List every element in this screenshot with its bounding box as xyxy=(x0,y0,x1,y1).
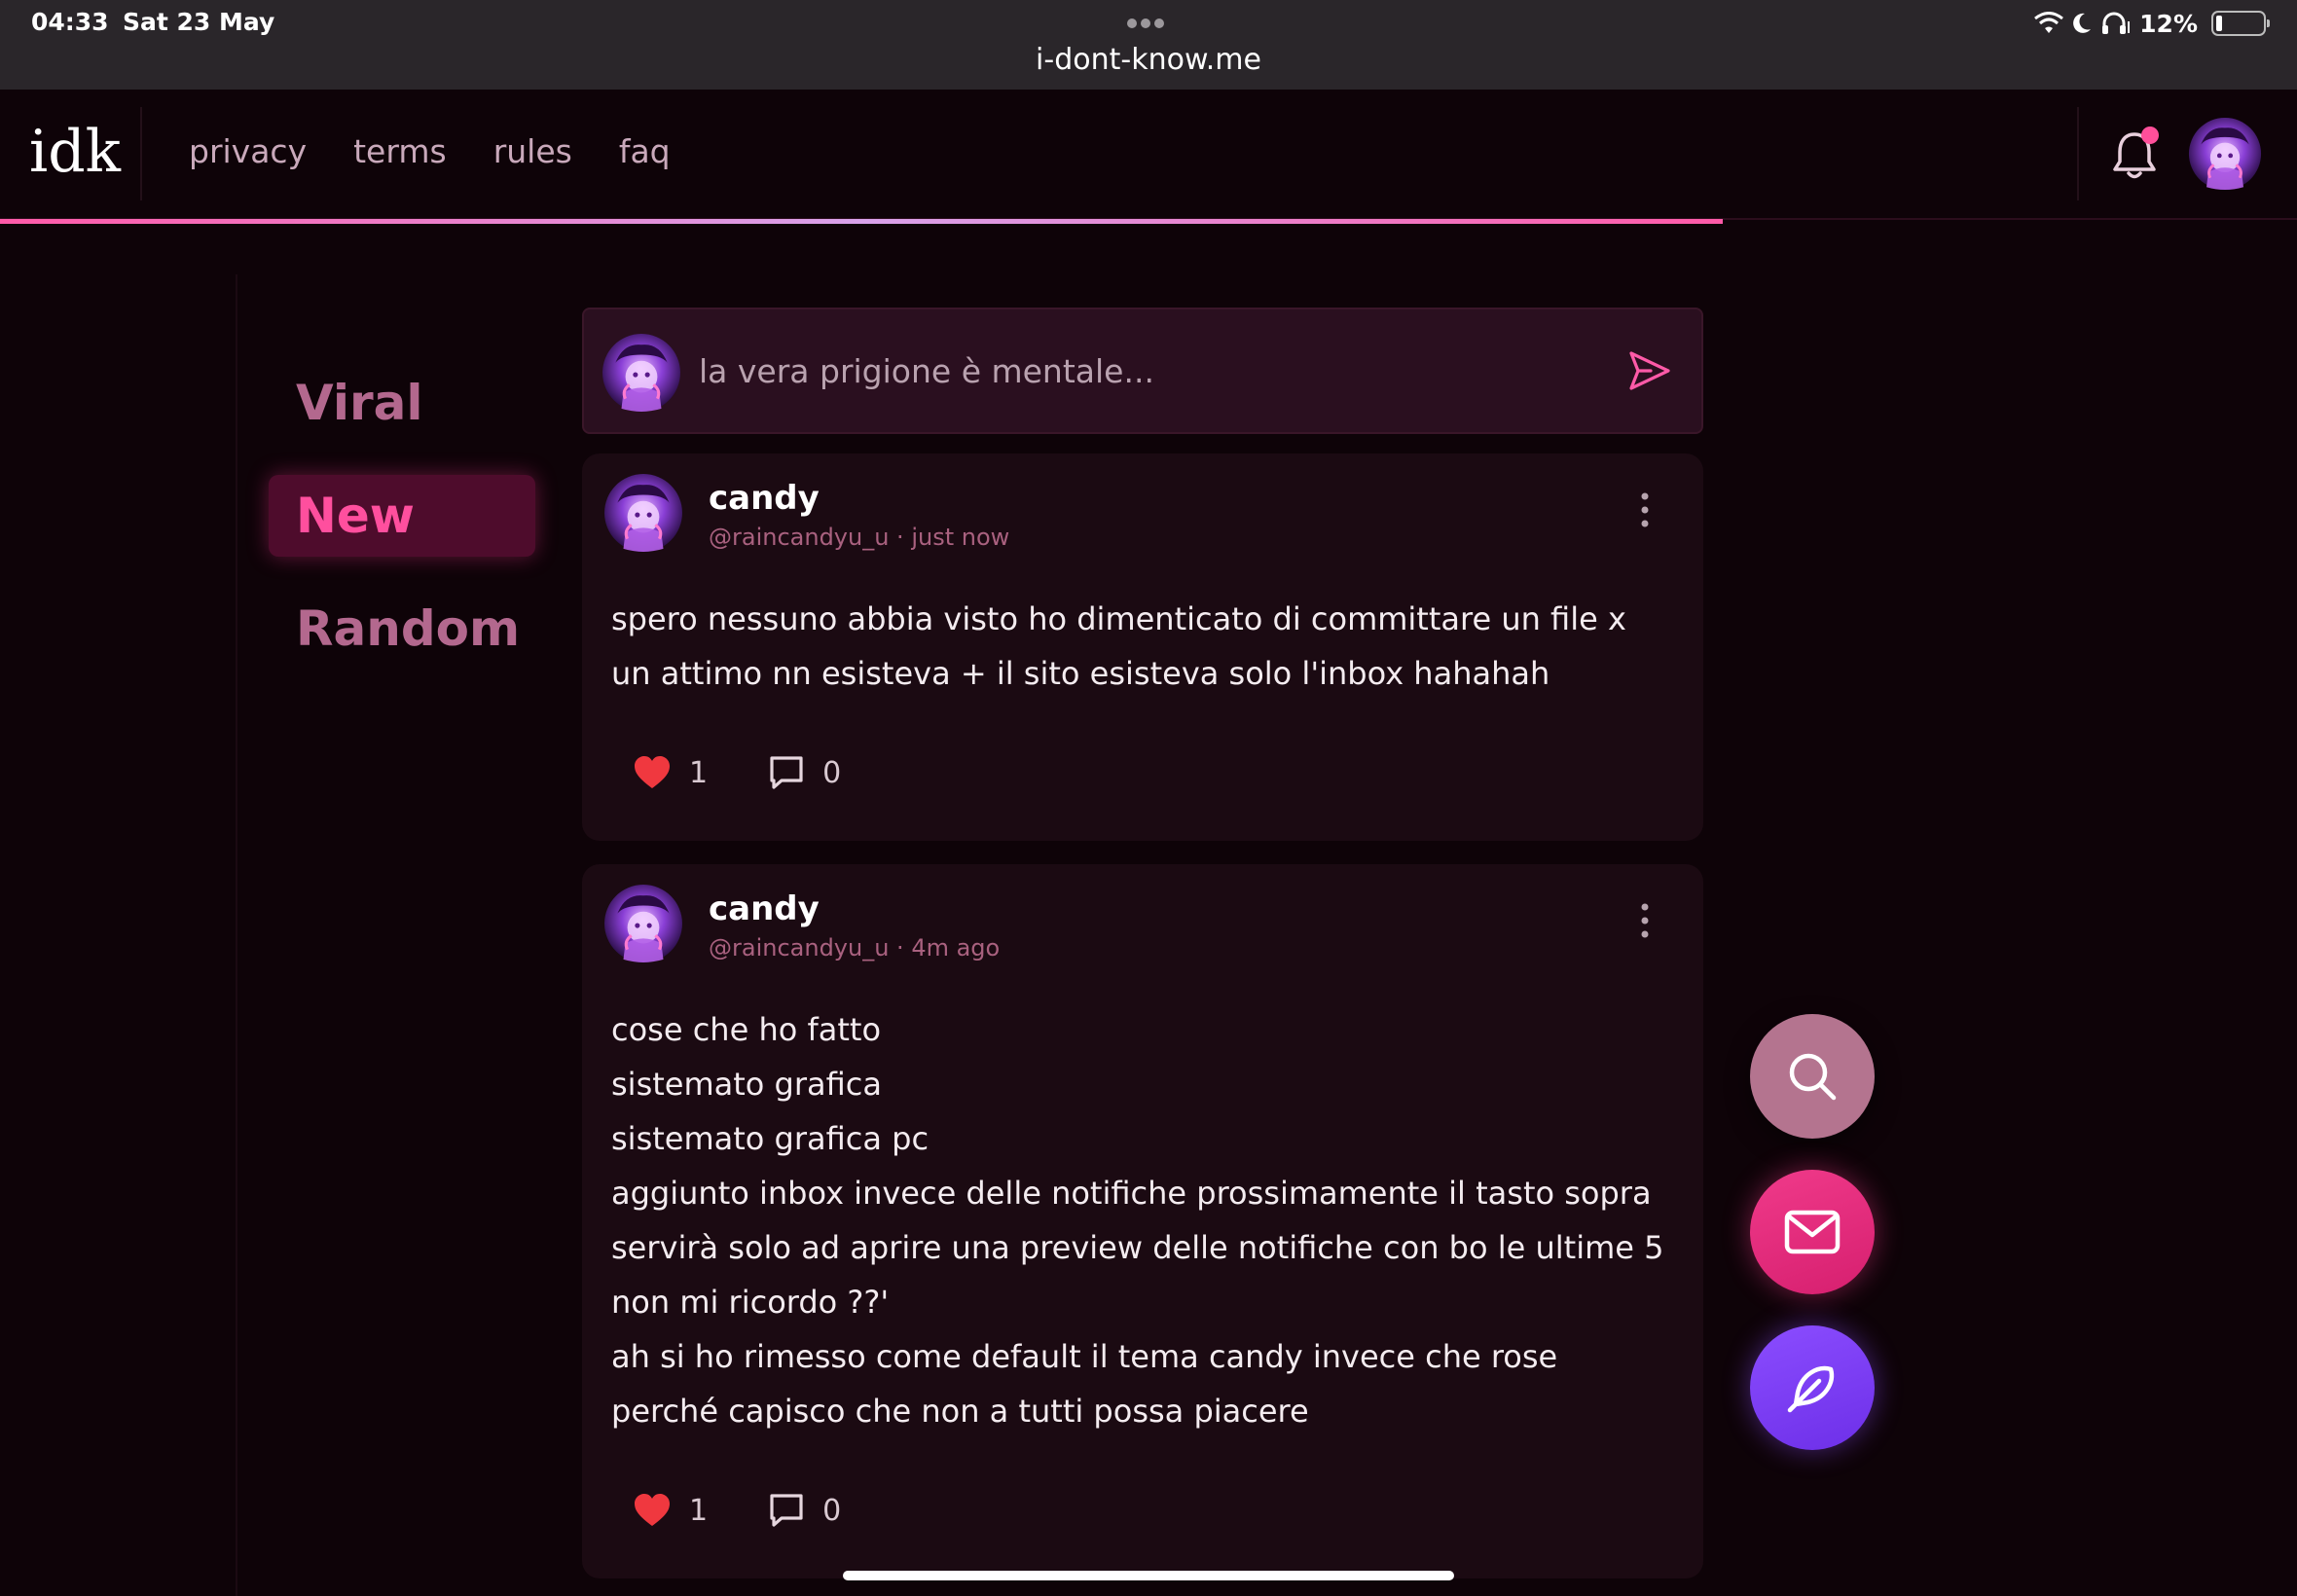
nav-link-privacy[interactable]: privacy xyxy=(189,132,307,170)
post-meta: @raincandyu_u · just now xyxy=(709,524,1010,551)
post-line: non mi ricordo ??' xyxy=(611,1284,890,1321)
feather-icon xyxy=(1787,1365,1835,1413)
site-logo[interactable]: idk xyxy=(29,123,121,181)
comment-icon xyxy=(770,756,803,789)
post-line: sistemato grafica xyxy=(611,1066,882,1103)
post-line: aggiunto inbox invece delle notifiche pr… xyxy=(611,1175,1652,1212)
wifi-icon xyxy=(2034,12,2064,33)
comment-button[interactable]: 0 xyxy=(768,754,841,791)
more-options-icon[interactable] xyxy=(1635,490,1655,529)
status-bar: 04:33 Sat 23 May i-dont-know.me 12% xyxy=(0,0,2297,90)
sidebar-divider xyxy=(236,274,237,1596)
comment-button[interactable]: 0 xyxy=(768,1492,841,1529)
status-time: 04:33 xyxy=(31,8,109,36)
site-header: idk privacy terms rules faq xyxy=(0,90,2297,220)
battery-icon xyxy=(2211,11,2270,36)
post-line: servirà solo ad aprire una preview delle… xyxy=(611,1229,1664,1266)
composer-input[interactable] xyxy=(699,337,1575,405)
search-button[interactable] xyxy=(1750,1014,1875,1139)
comment-count: 0 xyxy=(822,755,842,790)
sidebar-item-new[interactable]: New xyxy=(269,475,535,557)
header-accent-line xyxy=(0,219,1723,224)
comment-icon xyxy=(770,1494,803,1527)
post-author-name[interactable]: candy xyxy=(709,889,820,928)
post-actions: 1 0 xyxy=(633,1489,901,1532)
post-line: perché capisco che non a tutti possa pia… xyxy=(611,1393,1309,1430)
status-indicators: 12% xyxy=(2034,6,2270,41)
like-button[interactable]: 1 xyxy=(633,755,708,790)
inbox-button[interactable] xyxy=(1750,1170,1875,1294)
home-indicator[interactable] xyxy=(843,1571,1454,1580)
post-composer xyxy=(582,308,1703,434)
post-line: cose che ho fatto xyxy=(611,1011,882,1048)
status-date: Sat 23 May xyxy=(123,8,275,36)
composer-avatar xyxy=(602,333,681,413)
sidebar-item-random[interactable]: Random xyxy=(269,588,535,670)
like-button[interactable]: 1 xyxy=(633,1493,708,1528)
user-avatar[interactable] xyxy=(2188,117,2262,191)
search-icon xyxy=(1789,1053,1837,1101)
more-options-icon[interactable] xyxy=(1635,901,1655,940)
send-icon[interactable] xyxy=(1627,348,1672,393)
like-count: 1 xyxy=(689,1493,709,1528)
post-meta: @raincandyu_u · 4m ago xyxy=(709,934,1001,961)
new-post-button[interactable] xyxy=(1750,1325,1875,1450)
heart-icon xyxy=(635,1494,670,1526)
post-actions: 1 0 xyxy=(633,751,901,794)
post-body: spero nessuno abbia visto ho dimenticato… xyxy=(611,592,1682,701)
battery-percentage: 12% xyxy=(2139,9,2198,38)
address-bar-url[interactable]: i-dont-know.me xyxy=(0,43,2297,77)
post-author-name[interactable]: candy xyxy=(709,479,820,518)
nav-link-terms[interactable]: terms xyxy=(353,132,447,170)
sidebar-item-viral[interactable]: Viral xyxy=(269,362,535,444)
heart-icon xyxy=(635,756,670,788)
post-author-avatar[interactable] xyxy=(603,473,683,553)
mail-icon xyxy=(1784,1210,1841,1254)
headphones-icon xyxy=(2102,12,2131,34)
header-divider xyxy=(140,107,142,200)
moon-icon xyxy=(2073,13,2092,33)
post-body: cose che ho fatto sistemato grafica sist… xyxy=(611,1002,1682,1438)
post-line: sistemato grafica pc xyxy=(611,1120,930,1157)
post-line: ah si ho rimesso come default il tema ca… xyxy=(611,1338,1558,1375)
header-divider-right xyxy=(2077,107,2079,200)
top-nav: privacy terms rules faq xyxy=(189,132,671,170)
post-author-avatar[interactable] xyxy=(603,884,683,963)
comment-count: 0 xyxy=(822,1493,842,1528)
post-line: spero nessuno abbia visto ho dimenticato… xyxy=(611,600,1626,637)
post-card: candy @raincandyu_u · just now spero nes… xyxy=(582,453,1703,841)
multitasking-dots-icon[interactable] xyxy=(1127,14,1170,28)
post-card: candy @raincandyu_u · 4m ago cose che ho… xyxy=(582,864,1703,1578)
nav-link-faq[interactable]: faq xyxy=(619,132,671,170)
post-line: un attimo nn esisteva + il sito esisteva… xyxy=(611,655,1550,692)
notification-dot xyxy=(2141,127,2159,144)
nav-link-rules[interactable]: rules xyxy=(493,132,572,170)
like-count: 1 xyxy=(689,755,709,790)
